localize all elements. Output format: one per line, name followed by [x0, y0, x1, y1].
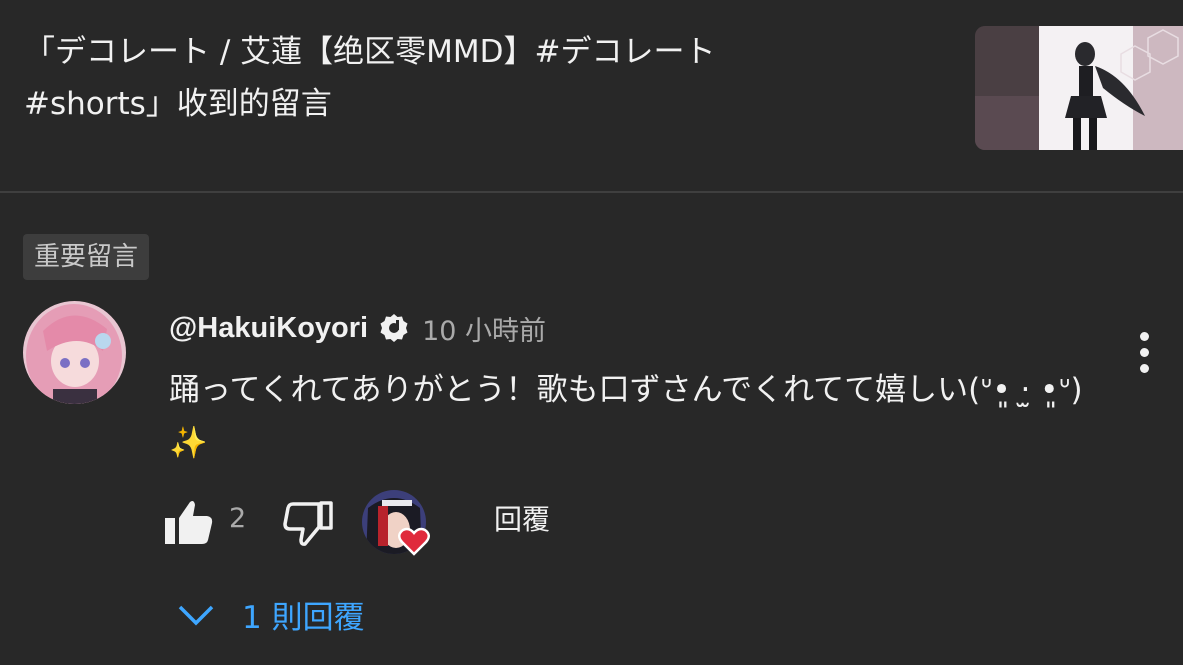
- creator-heart-avatar: [362, 490, 430, 556]
- pinned-badge: 重要留言: [23, 234, 150, 280]
- view-replies-label: 1 則回覆: [242, 599, 365, 636]
- video-header: 「デコレート / 艾蓮【绝区零MMD】#デコレート #shorts」收到的留言: [0, 0, 1183, 192]
- chevron-down-icon: [178, 605, 214, 626]
- thumbs-down-icon[interactable]: [280, 496, 338, 550]
- more-vert-icon[interactable]: [1128, 330, 1162, 376]
- page-title: 「デコレート / 艾蓮【绝区零MMD】#デコレート #shorts」收到的留言: [24, 34, 716, 122]
- comment-text: 踊ってくれてありがとう！歌も口ずさんでくれてて嬉しい(ᐡ•͈ ·̫ •͈ᐡ) ✨: [169, 372, 1083, 461]
- avatar[interactable]: [23, 301, 126, 404]
- thumbnail-image: [975, 26, 1183, 150]
- thumbs-up-icon[interactable]: [160, 496, 218, 550]
- reply-button[interactable]: 回覆: [478, 494, 566, 546]
- header-divider: [0, 191, 1183, 193]
- comment-author[interactable]: @HakuiKoyori: [169, 312, 368, 345]
- comment-timestamp[interactable]: 10 小時前: [422, 309, 546, 348]
- comment-header: @HakuiKoyori 10 小時前: [169, 306, 546, 350]
- video-thumbnail[interactable]: [975, 26, 1183, 150]
- verified-check-icon: [380, 314, 408, 342]
- author-avatar-image: [23, 301, 126, 404]
- like-count: 2: [229, 503, 247, 534]
- view-replies-button[interactable]: 1 則回覆: [170, 586, 365, 642]
